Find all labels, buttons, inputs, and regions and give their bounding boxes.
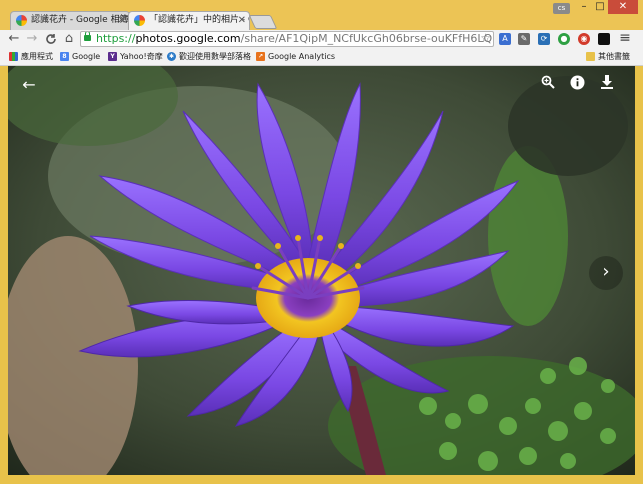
bookmark-label: 其他書籤 [598,52,630,61]
bookmark-google-analytics[interactable]: ↗ Google Analytics [256,48,335,65]
url-host: photos.google.com [135,32,241,45]
analytics-icon: ↗ [256,52,265,61]
chrome-menu-button[interactable]: ≡ [617,30,633,48]
browser-toolbar: ← → ⌂ https://photos.google.com/share/AF… [0,30,643,48]
lock-icon [84,32,91,41]
reload-button[interactable] [43,30,59,48]
tab-photos-album[interactable]: 認識花卉 - Google 相簿 ✕ [10,11,130,30]
address-bar[interactable]: https://photos.google.com/share/AF1QipM_… [80,31,494,47]
back-button[interactable]: ← [6,30,22,48]
forward-button[interactable]: → [24,30,40,48]
green-circle-icon[interactable]: ● [558,33,570,45]
bookmark-star-icon[interactable]: ☆ [480,32,491,45]
refresh-ext-icon[interactable]: ⟳ [538,33,550,45]
record-icon[interactable]: ◉ [578,33,590,45]
bookmark-label: 應用程式 [21,52,53,61]
bookmark-other[interactable]: 其他書籤 [586,48,630,65]
bookmark-google[interactable]: 8 Google [60,48,100,65]
next-photo-button[interactable]: › [589,256,623,290]
bookmark-label: Google Analytics [268,52,336,61]
bookmark-label: 歡迎使用數學部落格 [179,52,251,61]
download-icon[interactable] [601,75,621,95]
reload-icon [46,34,56,44]
tab-title: 認識花卉 - Google 相簿 [31,15,129,25]
water-lily-photo [8,66,635,475]
black-square-icon[interactable] [598,33,610,45]
new-tab-button[interactable] [248,15,278,29]
minimize-button[interactable]: – [576,0,592,14]
url-scheme: https:// [96,32,136,45]
back-arrow-icon[interactable]: ← [19,75,39,95]
profile-badge[interactable]: cs [553,3,570,14]
info-circle-icon [570,75,585,90]
close-tab-icon[interactable]: ✕ [118,12,126,29]
bookmarks-bar: 應用程式 8 Google Y Yahoo!奇摩 ✱ 歡迎使用數學部落格 ↗ G… [0,48,643,66]
pen-icon[interactable]: ✎ [518,33,530,45]
photos-favicon-icon [16,15,27,26]
yahoo-icon: Y [108,52,117,61]
bookmark-yahoo[interactable]: Y Yahoo!奇摩 [108,48,163,65]
google-icon: 8 [60,52,69,61]
photo-viewer: ← › [8,66,635,475]
close-tab-icon[interactable]: ✕ [238,12,246,29]
photos-favicon-icon [134,15,145,26]
folder-icon [586,52,595,61]
url-path: /share/AF1QipM_NCfUkcGh06brse-ouKFfH6LQK… [240,32,493,45]
apps-grid-icon [9,52,18,61]
zoom-icon[interactable] [541,75,561,95]
blog-icon: ✱ [167,52,176,61]
tab-title: 「認識花卉」中的相片 - G [149,15,250,25]
tab-photos-viewer[interactable]: 「認識花卉」中的相片 - G ✕ [128,11,250,30]
home-button[interactable]: ⌂ [61,30,77,48]
translate-icon[interactable]: A [499,33,511,45]
bookmark-math-blog[interactable]: ✱ 歡迎使用數學部落格 [167,48,251,65]
magnifier-icon [541,75,555,89]
bookmark-apps[interactable]: 應用程式 [9,48,53,65]
maximize-button[interactable]: □ [592,0,608,14]
info-icon[interactable] [570,75,590,95]
download-arrow-icon [601,75,613,89]
close-window-button[interactable]: ✕ [608,0,638,14]
bookmark-label: Google [72,52,101,61]
title-bar: 認識花卉 - Google 相簿 ✕ 「認識花卉」中的相片 - G ✕ cs –… [0,0,643,30]
bookmark-label: Yahoo!奇摩 [120,52,163,61]
